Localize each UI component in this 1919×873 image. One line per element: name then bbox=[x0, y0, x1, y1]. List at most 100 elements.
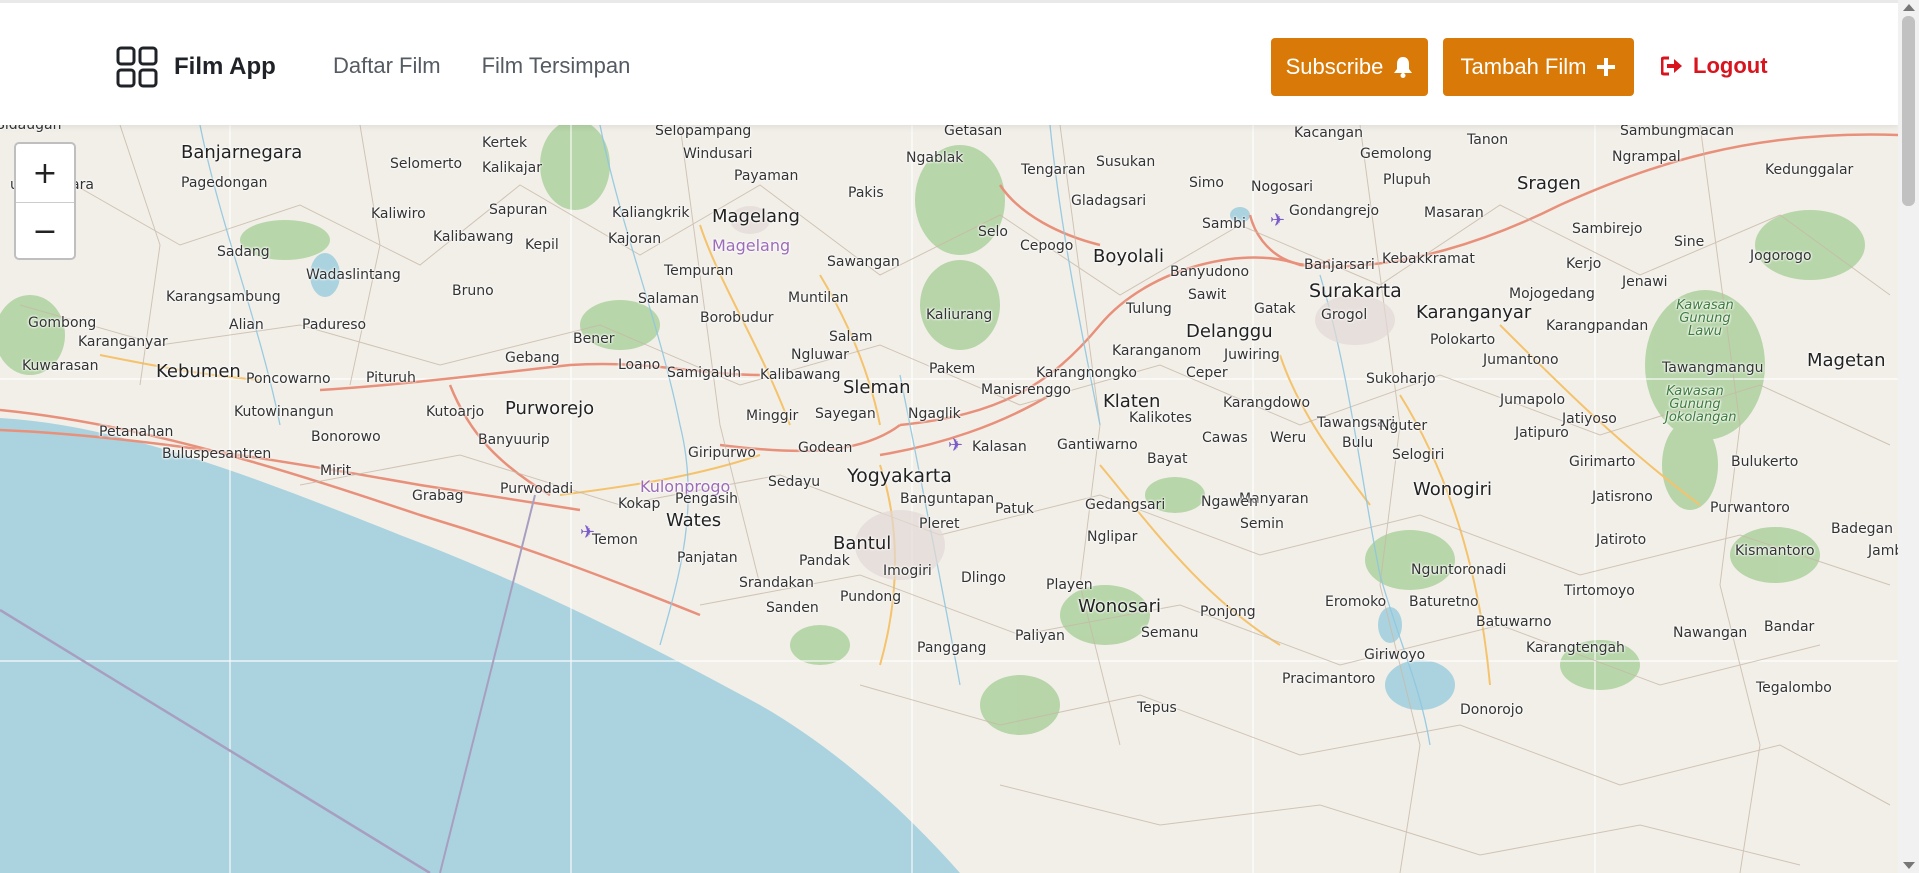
map-place-label: Baturetno bbox=[1409, 594, 1479, 610]
map-place-label: Karangdowo bbox=[1223, 395, 1311, 411]
map-place-label: Karangsambung bbox=[166, 289, 281, 305]
map-place-label: Nguter bbox=[1379, 418, 1428, 434]
airplane-icon: ✈ bbox=[580, 522, 596, 543]
map-place-kawasan-lawu: Kawasan Gunung Lawu bbox=[1676, 298, 1734, 339]
map-place-label: Kedunggalar bbox=[1765, 162, 1854, 178]
map-place-label: Selomerto bbox=[390, 156, 463, 172]
map-place-label: Badegan bbox=[1831, 521, 1894, 537]
map-place-label: Bonorowo bbox=[311, 429, 381, 445]
map-place-label: Jogorogo bbox=[1750, 248, 1812, 264]
map-place-label: Sapuran bbox=[489, 202, 548, 218]
map-place-label: Karanganom bbox=[1112, 343, 1202, 359]
map-place-label: Kalasan bbox=[972, 439, 1027, 455]
scroll-thumb[interactable] bbox=[1902, 16, 1915, 206]
grid-icon bbox=[116, 46, 158, 88]
map-place-label: Jatisrono bbox=[1592, 489, 1653, 505]
map-place-label: Sambirejo bbox=[1572, 221, 1643, 237]
map-place-label: Panjatan bbox=[677, 550, 738, 566]
map-place-label: Loano bbox=[618, 357, 661, 373]
map-place-label: Jatiyoso bbox=[1562, 411, 1617, 427]
map-place-label: Semanu bbox=[1141, 625, 1199, 641]
map-place-label: Sadang bbox=[217, 244, 270, 260]
map-place-kebumen: Kebumen bbox=[156, 361, 241, 382]
map-place-label: Tegalombo bbox=[1756, 680, 1832, 696]
map-place-label: Kalibawang bbox=[760, 367, 841, 383]
nav-link-film-tersimpan[interactable]: Film Tersimpan bbox=[482, 53, 631, 79]
map-place-label: Pakem bbox=[929, 361, 976, 377]
map-viewport[interactable]: Sidaugan Banjarnegara Selomerto Kertek K… bbox=[0, 125, 1898, 873]
map-place-wonosari: Wonosari bbox=[1078, 596, 1161, 617]
map-place-label: Eromoko bbox=[1325, 594, 1387, 610]
map-place-label: Tepus bbox=[1137, 700, 1177, 716]
sign-out-icon bbox=[1661, 56, 1682, 76]
zoom-in-button[interactable]: + bbox=[16, 144, 74, 202]
add-film-button[interactable]: Tambah Film bbox=[1443, 38, 1634, 96]
map-place-label: Bandar bbox=[1764, 619, 1815, 635]
map-place-label: Banjarsari bbox=[1304, 257, 1375, 273]
map-place-label: Gemolong bbox=[1360, 146, 1432, 162]
map-place-label: Giripurwo bbox=[688, 445, 756, 461]
map-place-label: Poncowarno bbox=[246, 371, 331, 387]
map-place-label: Jatiroto bbox=[1596, 532, 1647, 548]
map-place-label: Borobudur bbox=[700, 310, 774, 326]
map-place-label: Cawas bbox=[1202, 430, 1248, 446]
page-scrollbar[interactable] bbox=[1898, 0, 1919, 873]
map-place-delanggu: Delanggu bbox=[1186, 321, 1273, 342]
map-place-label: Windusari bbox=[683, 146, 753, 162]
brand[interactable]: Film App bbox=[116, 46, 276, 88]
map-place-label: Bruno bbox=[452, 283, 494, 299]
map-place-label: Srandakan bbox=[739, 575, 814, 591]
nav-link-daftar-film[interactable]: Daftar Film bbox=[333, 53, 441, 79]
bell-icon bbox=[1394, 57, 1413, 78]
map-place-label: Kerjo bbox=[1566, 256, 1602, 272]
map-place-label: Kebakkramat bbox=[1382, 251, 1475, 267]
map-place-label: Karangnongko bbox=[1036, 365, 1137, 381]
map-place-label: Nglipar bbox=[1087, 529, 1138, 545]
map-zoom-control: + − bbox=[14, 142, 76, 260]
scroll-down-arrow-icon[interactable] bbox=[1903, 862, 1915, 869]
map-place-label: Ngablak bbox=[906, 150, 964, 166]
map-place-label: Kertek bbox=[482, 135, 528, 151]
map-place-label: Pracimantoro bbox=[1282, 671, 1376, 687]
map-place-label: Sine bbox=[1674, 234, 1705, 250]
map-place-label: Pundong bbox=[840, 589, 902, 605]
map-place-label: Juwiring bbox=[1224, 347, 1280, 363]
map-place-label: Banguntapan bbox=[900, 491, 995, 507]
map-place-sragen: Sragen bbox=[1517, 173, 1581, 194]
map-place-label: Salaman bbox=[638, 291, 700, 307]
scroll-up-arrow-icon[interactable] bbox=[1903, 4, 1915, 11]
map-place-label: Kepil bbox=[525, 237, 559, 253]
map-place-label: Ngrampal bbox=[1612, 149, 1681, 165]
map-place-label: Tawangmangu bbox=[1662, 360, 1764, 376]
logout-link[interactable]: Logout bbox=[1661, 53, 1768, 79]
map-place-wonogiri: Wonogiri bbox=[1413, 479, 1493, 500]
map-place-label: Sukoharjo bbox=[1366, 371, 1436, 387]
map-place-label: Kaliangkrik bbox=[612, 205, 690, 221]
map-place-label: Ngawen bbox=[1201, 494, 1258, 510]
zoom-out-button[interactable]: − bbox=[16, 202, 74, 258]
subscribe-button[interactable]: Subscribe bbox=[1271, 38, 1428, 96]
map-place-label: Pengasih bbox=[675, 491, 738, 507]
map-place-label: Kalibawang bbox=[433, 229, 514, 245]
map-place-label: Minggir bbox=[746, 408, 799, 424]
map-place-label: Plupuh bbox=[1383, 172, 1431, 188]
map-place-label: Getasan bbox=[944, 125, 1003, 139]
map-place-label: Polokarto bbox=[1430, 332, 1496, 348]
map-place-label: Imogiri bbox=[883, 563, 932, 579]
map-place-label: Tirtomoyo bbox=[1564, 583, 1635, 599]
map-place-label: Wadaslintang bbox=[306, 267, 401, 283]
top-navbar: Film App Daftar Film Film Tersimpan Subs… bbox=[0, 0, 1898, 125]
page: Film App Daftar Film Film Tersimpan Subs… bbox=[0, 0, 1919, 873]
map-place-bantul: Bantul bbox=[833, 533, 892, 554]
map-place-label: Kaliurang bbox=[926, 307, 993, 323]
map-place-label: Tempuran bbox=[664, 263, 734, 279]
map-place-label: Bener bbox=[573, 331, 615, 347]
map-place-label: Manisrenggo bbox=[981, 382, 1071, 398]
map-place-label: Grogol bbox=[1321, 307, 1368, 323]
map-place-label: Padureso bbox=[302, 317, 367, 333]
map-place-klaten: Klaten bbox=[1103, 391, 1161, 412]
map-place-label: Kokap bbox=[618, 496, 661, 512]
map-place-label: Simo bbox=[1189, 175, 1224, 191]
map-place-label: Sidaugan bbox=[0, 125, 62, 133]
map-place-label: Pleret bbox=[919, 516, 960, 532]
